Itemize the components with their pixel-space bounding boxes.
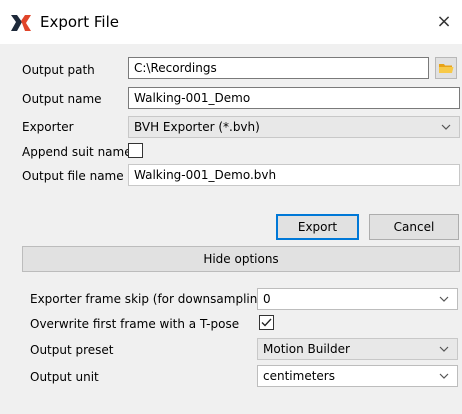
exporter-select[interactable]: BVH Exporter (*.bvh)	[128, 116, 460, 138]
cancel-button[interactable]: Cancel	[369, 214, 459, 240]
chevron-down-icon	[439, 296, 449, 302]
checkmark-icon	[261, 318, 272, 327]
chevron-down-icon	[439, 346, 449, 352]
close-icon: ×	[436, 11, 452, 32]
output-preset-value: Motion Builder	[263, 342, 350, 356]
output-file-name-label: Output file name	[22, 169, 124, 183]
output-name-input[interactable]: Walking-001_Demo	[128, 87, 460, 109]
output-unit-label: Output unit	[30, 370, 99, 384]
chevron-down-icon	[439, 373, 449, 379]
output-unit-value: centimeters	[263, 369, 335, 383]
frame-skip-select[interactable]: 0	[257, 288, 458, 310]
overwrite-tpose-label: Overwrite first frame with a T-pose	[30, 317, 240, 331]
exporter-label: Exporter	[22, 120, 74, 134]
output-path-label: Output path	[22, 63, 95, 77]
exporter-value: BVH Exporter (*.bvh)	[134, 120, 260, 134]
close-button[interactable]: ×	[432, 10, 456, 34]
append-suit-name-label: Append suit name	[22, 145, 132, 159]
folder-icon	[439, 64, 454, 73]
export-file-dialog: Export File × Output path C:\Recordings …	[0, 0, 462, 414]
frame-skip-value: 0	[263, 292, 271, 306]
chevron-down-icon	[441, 124, 451, 130]
output-name-label: Output name	[22, 92, 102, 106]
window-title: Export File	[40, 13, 119, 31]
output-preset-label: Output preset	[30, 343, 114, 357]
output-file-name-field: Walking-001_Demo.bvh	[128, 164, 460, 186]
hide-options-button[interactable]: Hide options	[22, 246, 460, 272]
output-unit-select[interactable]: centimeters	[257, 365, 458, 387]
output-preset-select[interactable]: Motion Builder	[257, 338, 458, 360]
overwrite-tpose-checkbox[interactable]	[259, 315, 274, 330]
export-button[interactable]: Export	[276, 214, 359, 240]
frame-skip-label: Exporter frame skip (for downsampling)	[30, 292, 270, 306]
title-bar: Export File ×	[0, 0, 462, 44]
xsens-logo-icon	[11, 15, 31, 31]
output-path-input[interactable]: C:\Recordings	[128, 57, 429, 79]
browse-folder-button[interactable]	[435, 57, 457, 79]
append-suit-name-checkbox[interactable]	[128, 143, 143, 158]
